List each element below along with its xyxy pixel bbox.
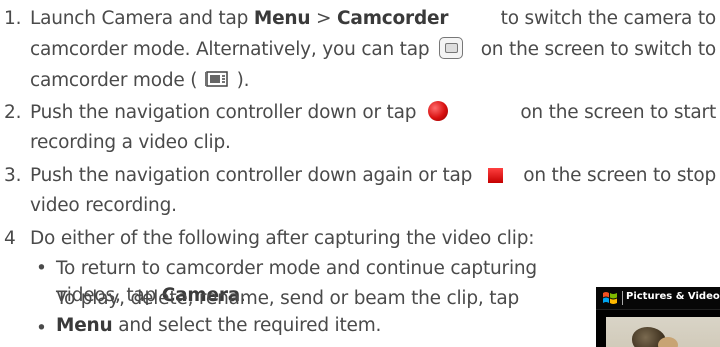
bullet-1-line-1: To return to camcorder mode and continue… <box>56 258 537 279</box>
device-title-bar: Pictures & Videos <box>596 287 720 310</box>
separator: > <box>316 8 332 29</box>
step-text: to switch the camera to <box>500 8 717 29</box>
windows-logo-icon <box>603 292 617 304</box>
menu-label: Menu <box>253 8 311 29</box>
step-1-line-2: camcorder mode. Alternatively, you can t… <box>30 37 717 61</box>
step-text: camcorder mode. Alternatively, you can t… <box>30 39 430 60</box>
camcorder-icon <box>204 71 228 87</box>
title-separator <box>622 291 623 305</box>
step-text: on the screen to stop <box>523 165 716 186</box>
step-4-line-1: Do either of the following after capturi… <box>30 228 535 249</box>
photo-thumbnail <box>606 317 720 347</box>
step-2-line-2: recording a video clip. <box>30 132 231 153</box>
step-3-line-1: Push the navigation controller down agai… <box>30 165 716 186</box>
device-title: Pictures & Videos <box>626 291 720 302</box>
bullet-2-line-1: To play, delete, rename, send or beam th… <box>56 288 520 309</box>
step-2-line-1: Push the navigation controller down or t… <box>30 101 716 123</box>
step-text: Launch Camera and tap <box>30 8 249 29</box>
step-number: 4 <box>4 228 16 249</box>
step-1-line-3: camcorder mode ( ). <box>30 70 250 91</box>
device-screenshot: Pictures & Videos <box>596 287 720 347</box>
camcorder-label: Camcorder <box>337 8 449 29</box>
step-number: 3. <box>4 165 22 186</box>
bullet-text: and select the required item. <box>118 315 382 336</box>
step-text: camcorder mode ( <box>30 70 198 91</box>
stop-icon <box>487 167 503 183</box>
step-number: 2. <box>4 102 22 123</box>
step-number: 1. <box>4 8 22 29</box>
camera-switch-icon <box>439 37 464 59</box>
step-3-line-2: video recording. <box>30 195 177 216</box>
bullet-symbol: • <box>36 258 47 279</box>
step-1-line-1: Launch Camera and tap Menu > Camcorder t… <box>30 8 716 29</box>
photo-subject-detail <box>658 337 678 347</box>
bullet-symbol: • <box>36 318 47 339</box>
step-text: ). <box>236 70 250 91</box>
menu-label: Menu <box>56 315 113 336</box>
step-text: on the screen to start <box>520 102 716 123</box>
step-text: on the screen to switch to <box>480 39 717 60</box>
record-icon <box>427 101 448 121</box>
step-text: Push the navigation controller down or t… <box>30 102 417 123</box>
step-text: Push the navigation controller down agai… <box>30 165 473 186</box>
bullet-2-line-2: Menu and select the required item. <box>56 315 381 336</box>
manual-page: 1. Launch Camera and tap Menu > Camcorde… <box>0 0 720 347</box>
